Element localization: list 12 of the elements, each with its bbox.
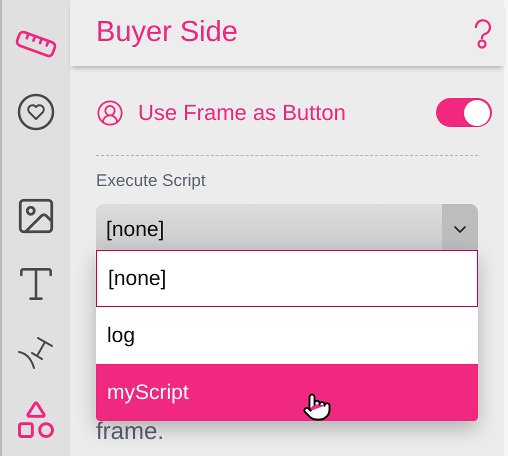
dropdown-option[interactable]: log: [96, 307, 478, 364]
hand-cursor-icon: [302, 392, 332, 422]
script-label: Execute Script: [96, 170, 207, 192]
panel-title: Buyer Side: [96, 15, 238, 50]
heart-badge-icon[interactable]: [16, 92, 56, 132]
dropdown-option[interactable]: myScript: [96, 364, 478, 421]
toggle-label: Use Frame as Button: [138, 99, 347, 127]
chevron-down-icon: [454, 226, 466, 233]
select-value: [none]: [105, 216, 166, 243]
dropdown-option[interactable]: [none]: [96, 250, 478, 307]
user-icon: [96, 98, 124, 126]
toggle-switch[interactable]: [436, 98, 492, 127]
